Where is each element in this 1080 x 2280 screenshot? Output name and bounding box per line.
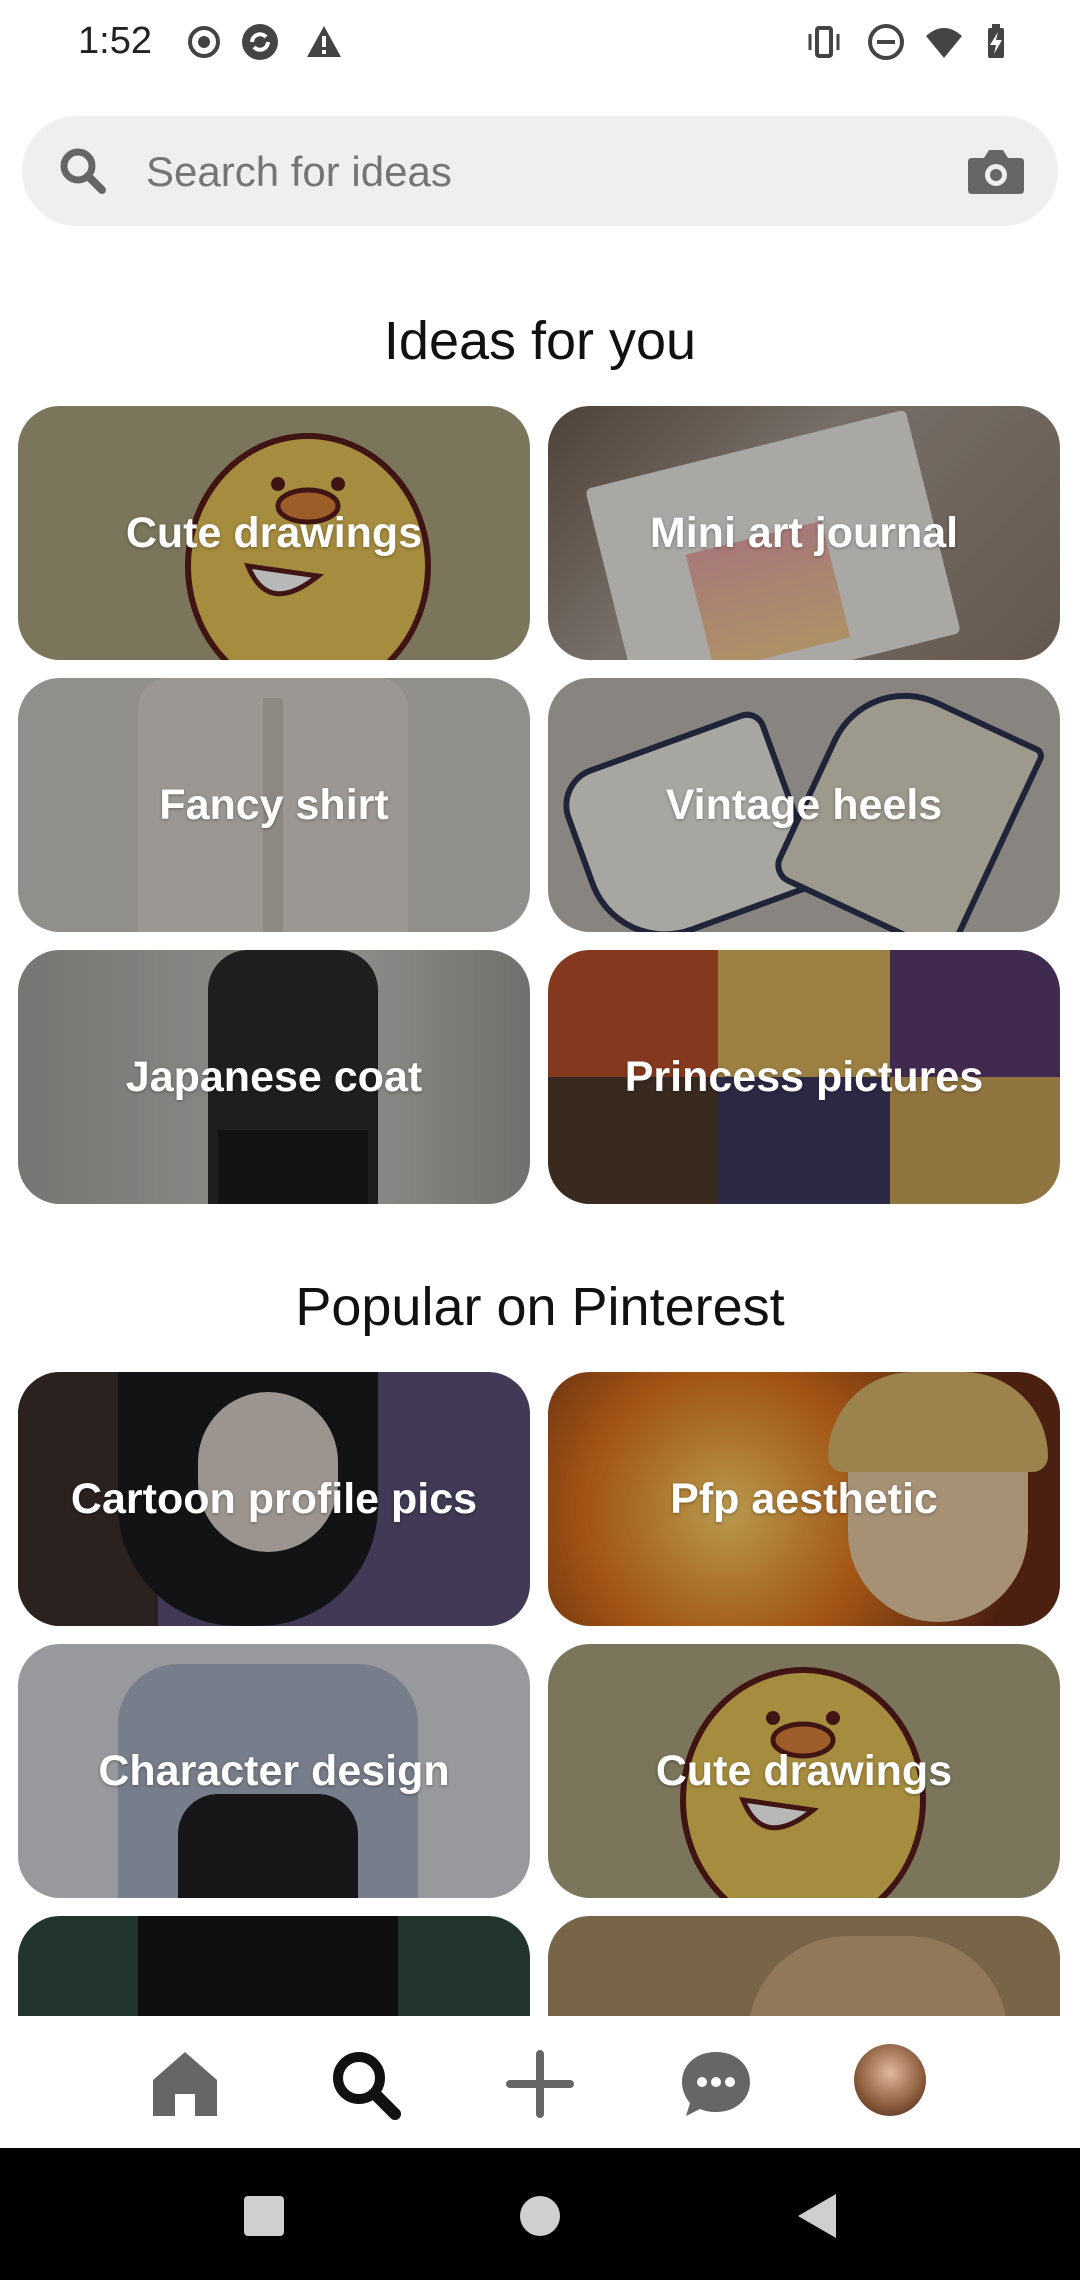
bottom-nav (0, 2016, 1080, 2148)
record-icon (188, 26, 220, 58)
tile-label: Cartoon profile pics (70, 1474, 478, 1523)
back-button[interactable] (790, 2188, 846, 2244)
section-title-popular: Popular on Pinterest (295, 1277, 785, 1337)
tile-label: Princess pictures (624, 1052, 984, 1101)
section-title-ideas: Ideas for you (383, 311, 697, 371)
system-nav-bar (0, 2148, 1080, 2280)
tile-label: Japanese coat (125, 1052, 423, 1101)
popular-tile-1[interactable]: Cartoon profile pics (18, 1372, 530, 1626)
idea-tile-3[interactable]: Fancy shirt (18, 678, 530, 932)
tile-label: Vintage heels (665, 780, 943, 829)
wifi-icon (926, 28, 962, 58)
idea-tile-1[interactable]: Cute drawings (18, 406, 530, 660)
popular-tile-3[interactable]: Character design (18, 1644, 530, 1898)
tile-label: Fancy shirt (159, 780, 389, 829)
messages-icon[interactable] (678, 2046, 754, 2122)
search-input[interactable]: Search for ideas (146, 148, 452, 196)
vibrate-icon (808, 26, 840, 58)
do-not-disturb-icon (868, 24, 904, 60)
warning-icon (307, 26, 341, 57)
search-bar[interactable]: Search for ideas (22, 116, 1058, 226)
tile-label: Cute drawings (655, 1746, 953, 1795)
status-time: 1:52 (78, 20, 152, 62)
search-icon[interactable] (327, 2046, 403, 2122)
idea-tile-6[interactable]: Princess pictures (548, 950, 1060, 1204)
sync-icon (242, 24, 278, 60)
idea-tile-5[interactable]: Japanese coat (18, 950, 530, 1204)
tile-label: Character design (98, 1746, 450, 1795)
tile-label: Cute drawings (125, 508, 423, 557)
search-icon (60, 148, 106, 194)
tile-label: Pfp aesthetic (670, 1474, 938, 1523)
home-icon[interactable] (147, 2046, 223, 2122)
profile-avatar[interactable] (854, 2044, 926, 2116)
recents-button[interactable] (236, 2188, 292, 2244)
camera-icon[interactable] (966, 144, 1026, 198)
idea-tile-2[interactable]: Mini art journal (548, 406, 1060, 660)
status-bar: 1:52 (0, 0, 1080, 88)
tile-label: Mini art journal (649, 508, 959, 557)
idea-tile-4[interactable]: Vintage heels (548, 678, 1060, 932)
popular-tile-4[interactable]: Cute drawings (548, 1644, 1060, 1898)
create-icon[interactable] (502, 2046, 578, 2122)
home-button[interactable] (512, 2188, 568, 2244)
battery-charging-icon (988, 24, 1004, 58)
popular-tile-2[interactable]: Pfp aesthetic (548, 1372, 1060, 1626)
